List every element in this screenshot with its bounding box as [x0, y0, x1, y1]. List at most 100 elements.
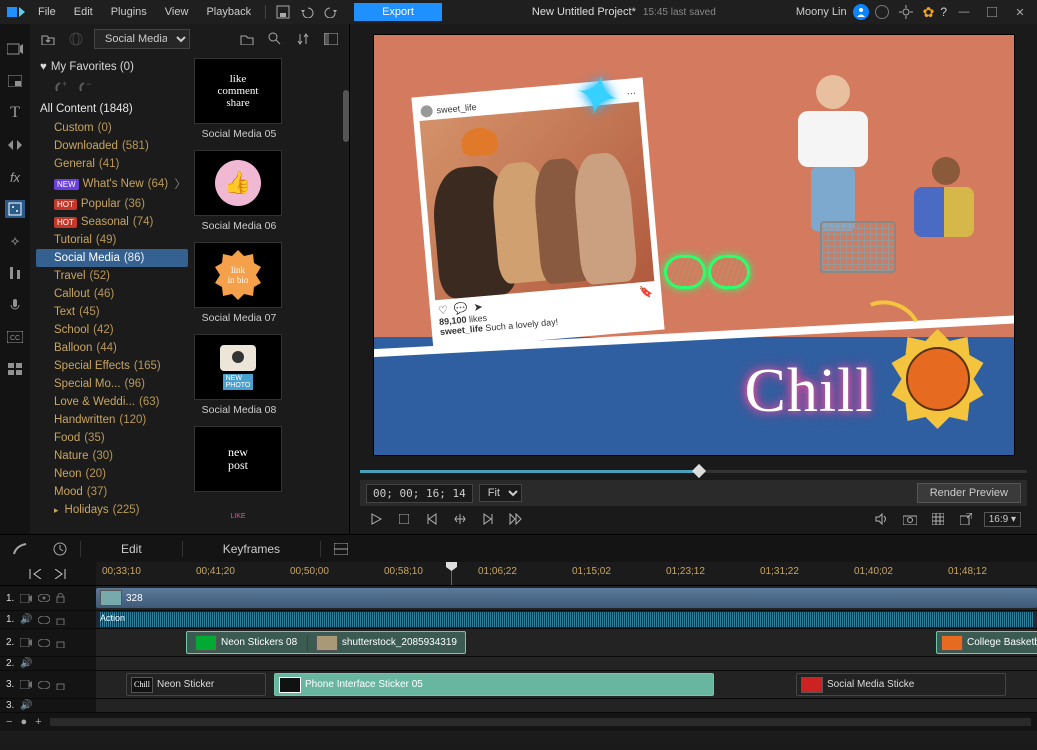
redo-icon[interactable]: [320, 2, 342, 22]
menu-file[interactable]: File: [30, 3, 64, 21]
favorites-row[interactable]: ♥My Favorites (0): [36, 58, 188, 76]
clip-basketball[interactable]: College Basketball Stickers 03: [936, 631, 1037, 654]
category-seasonal[interactable]: HOTSeasonal (74): [36, 213, 188, 231]
pip-room-icon[interactable]: [5, 72, 25, 90]
speaker-icon[interactable]: 🔊: [20, 658, 32, 669]
premium-icon[interactable]: ✿: [923, 4, 935, 21]
menu-playback[interactable]: Playback: [198, 3, 259, 21]
thumb-social-media-06[interactable]: 👍LIKE Social Media 06: [194, 150, 284, 232]
title-room-icon[interactable]: T: [5, 104, 25, 122]
category-social-media[interactable]: Social Media (86): [36, 249, 188, 267]
zoom-out-icon[interactable]: −: [6, 716, 12, 728]
undo-icon[interactable]: [296, 2, 318, 22]
category-text[interactable]: Text (45): [36, 303, 188, 321]
particle-room-icon[interactable]: ⟡: [5, 232, 25, 250]
media-room-icon[interactable]: [5, 40, 25, 58]
cloud-icon[interactable]: [875, 5, 889, 19]
prev-frame-icon[interactable]: [422, 509, 442, 529]
clip-video-main[interactable]: 328: [96, 588, 1037, 608]
category-special-effects[interactable]: Special Effects (165): [36, 357, 188, 375]
clock-icon[interactable]: [40, 542, 80, 556]
lock-icon[interactable]: [56, 680, 68, 690]
playhead[interactable]: [451, 562, 452, 585]
preview-canvas[interactable]: sweet_life⋯ ♡💬➤🔖 89,100 likes sweet_life…: [374, 35, 1014, 455]
sort-icon[interactable]: [293, 30, 313, 48]
help-icon[interactable]: ?: [940, 5, 947, 19]
goto-start-icon[interactable]: [29, 569, 43, 579]
timeline-h-scrollbar[interactable]: [50, 718, 1031, 726]
menu-edit[interactable]: Edit: [66, 3, 101, 21]
export-button[interactable]: Export: [354, 3, 442, 21]
eye-icon[interactable]: [38, 639, 50, 647]
category-food[interactable]: Food (35): [36, 429, 188, 447]
category-nature[interactable]: Nature (30): [36, 447, 188, 465]
timecode-display[interactable]: 00; 00; 16; 14: [366, 484, 473, 503]
clip-chill[interactable]: ChillNeon Sticker: [126, 673, 266, 696]
category-downloaded[interactable]: Downloaded (581): [36, 137, 188, 155]
gear-icon[interactable]: [895, 2, 917, 22]
eye-icon[interactable]: [38, 681, 50, 689]
panel-toggle-icon[interactable]: [321, 543, 361, 555]
track-1-body[interactable]: 328: [96, 586, 1037, 610]
keyframes-tab[interactable]: Keyframes: [183, 535, 320, 562]
new-folder-icon[interactable]: [237, 30, 257, 48]
video-icon[interactable]: [20, 680, 32, 689]
lock-icon[interactable]: [56, 638, 68, 648]
category-school[interactable]: School (42): [36, 321, 188, 339]
render-preview-button[interactable]: Render Preview: [917, 483, 1021, 503]
category-balloon[interactable]: Balloon (44): [36, 339, 188, 357]
thumb-social-media-08[interactable]: NEW PHOTO Social Media 08: [194, 334, 284, 416]
chapter-room-icon[interactable]: [5, 360, 25, 378]
category-popular[interactable]: HOTPopular (36): [36, 195, 188, 213]
add-favorite-icon[interactable]: +: [54, 79, 68, 93]
close-icon[interactable]: ✕: [1009, 2, 1031, 22]
save-icon[interactable]: [272, 2, 294, 22]
timeline-ruler[interactable]: 00;33;1000;41;2000;50;0000;58;1001;06;22…: [96, 562, 1037, 585]
popout-icon[interactable]: [956, 509, 976, 529]
category-select[interactable]: Social Media: [94, 29, 190, 49]
user-avatar-icon[interactable]: [853, 4, 869, 20]
search-icon[interactable]: [265, 30, 285, 48]
caption-room-icon[interactable]: CC: [5, 328, 25, 346]
category-neon[interactable]: Neon (20): [36, 465, 188, 483]
maximize-icon[interactable]: [981, 2, 1003, 22]
thumb-social-media-05[interactable]: like comment share Social Media 05: [194, 58, 284, 140]
speaker-icon[interactable]: 🔊: [20, 700, 32, 711]
track-3a-body[interactable]: [96, 699, 1037, 712]
voiceover-room-icon[interactable]: [5, 296, 25, 314]
category-travel[interactable]: Travel (52): [36, 267, 188, 285]
category-tutorial[interactable]: Tutorial (49): [36, 231, 188, 249]
category-custom[interactable]: Custom (0): [36, 119, 188, 137]
preview-seek[interactable]: [360, 464, 1027, 478]
category-holidays[interactable]: ▸Holidays (225): [36, 501, 188, 519]
category-what-s-new[interactable]: NEWWhat's New (64)〉: [36, 173, 188, 195]
lock-icon[interactable]: [56, 615, 68, 625]
fx-room-icon[interactable]: fx: [5, 168, 25, 186]
clip-neon-shutterstock[interactable]: Neon Stickers 08 shutterstock_2085934319: [186, 631, 466, 654]
clip-audio-main[interactable]: Action: [96, 612, 1037, 627]
fast-forward-icon[interactable]: [506, 509, 526, 529]
camera-icon[interactable]: [900, 509, 920, 529]
audio-room-icon[interactable]: [5, 264, 25, 282]
goto-end-icon[interactable]: [53, 569, 67, 579]
category-handwritten[interactable]: Handwritten (120): [36, 411, 188, 429]
category-special-mo-[interactable]: Special Mo... (96): [36, 375, 188, 393]
volume-icon[interactable]: [872, 509, 892, 529]
eye-icon[interactable]: [38, 616, 50, 624]
all-content-row[interactable]: All Content (1848): [36, 99, 188, 119]
category-mood[interactable]: Mood (37): [36, 483, 188, 501]
zoom-in-icon[interactable]: +: [35, 716, 41, 728]
category-callout[interactable]: Callout (46): [36, 285, 188, 303]
remove-favorite-icon[interactable]: −: [78, 79, 92, 93]
clip-social-media[interactable]: Social Media Sticke: [796, 673, 1006, 696]
category-general[interactable]: General (41): [36, 155, 188, 173]
stop-icon[interactable]: [394, 509, 414, 529]
sticker-room-icon[interactable]: [5, 200, 25, 218]
brush-icon[interactable]: [0, 542, 40, 556]
video-icon[interactable]: [20, 638, 32, 647]
thumbnail-grid[interactable]: like comment share Social Media 05 👍LIKE…: [188, 54, 349, 534]
clip-phone-interface[interactable]: Phone Interface Sticker 05: [274, 673, 714, 696]
eye-icon[interactable]: [38, 594, 50, 602]
minimize-icon[interactable]: —: [953, 2, 975, 22]
menu-plugins[interactable]: Plugins: [103, 3, 155, 21]
